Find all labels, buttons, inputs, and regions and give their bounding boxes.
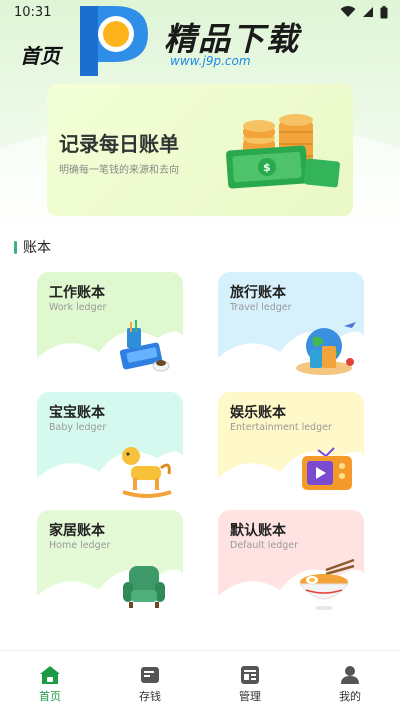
signal-icon <box>362 6 374 18</box>
wallet-icon <box>141 667 159 683</box>
ledger-subtitle: Home ledger <box>49 540 111 551</box>
list-icon <box>241 666 259 684</box>
ledger-name: 娱乐账本 <box>230 405 286 421</box>
armchair-icon <box>123 566 165 608</box>
nav-label: 首页 <box>39 690 61 703</box>
ledger-card-entertainment[interactable]: 娱乐账本 Entertainment ledger <box>218 392 364 500</box>
rocking-horse-icon <box>122 447 172 498</box>
ledger-subtitle: Baby ledger <box>49 422 107 433</box>
ledger-name: 默认账本 <box>230 523 286 539</box>
watermark-logo: 精品下载 www.j9p.com <box>72 0 332 80</box>
globe-luggage-icon <box>296 322 356 375</box>
ledger-card-default[interactable]: 默认账本 Default ledger <box>218 510 364 618</box>
ledger-card-home[interactable]: 家居账本 Home ledger <box>37 510 183 618</box>
banner-subtitle: 明确每一笔钱的来源和去向 <box>59 165 179 176</box>
nav-item-save-money[interactable]: 存钱 <box>100 651 200 712</box>
daily-bill-banner[interactable]: 记录每日账单 明确每一笔钱的来源和去向 $ <box>47 84 353 216</box>
wifi-icon <box>340 6 356 18</box>
bottom-navigation: 首页 存钱 管理 我的 <box>0 650 400 712</box>
nav-item-home[interactable]: 首页 <box>0 651 100 712</box>
ledger-subtitle: Travel ledger <box>230 302 292 313</box>
watermark-url: www.j9p.com <box>170 54 251 68</box>
nav-item-manage[interactable]: 管理 <box>200 651 300 712</box>
tv-play-icon <box>302 447 352 490</box>
ledger-subtitle: Entertainment ledger <box>230 422 332 433</box>
user-icon <box>341 666 359 684</box>
p-logo-icon <box>80 6 148 76</box>
ledger-subtitle: Default ledger <box>230 540 299 551</box>
ledger-name: 工作账本 <box>49 285 105 301</box>
banner-title: 记录每日账单 <box>59 132 179 156</box>
status-time: 10:31 <box>14 4 52 20</box>
nav-item-profile[interactable]: 我的 <box>300 651 400 712</box>
ledger-name: 宝宝账本 <box>49 405 105 421</box>
page-title: 首页 <box>20 44 60 68</box>
ledger-section-header: 账本 <box>14 237 51 257</box>
ledger-name: 旅行账本 <box>230 285 286 301</box>
nav-label: 存钱 <box>139 690 161 703</box>
section-accent-bar <box>14 240 17 254</box>
money-stack-icon: $ <box>226 114 340 189</box>
home-icon <box>40 666 60 684</box>
desk-books-icon <box>119 320 170 372</box>
ledger-subtitle: Work ledger <box>49 302 107 313</box>
ledger-card-travel[interactable]: 旅行账本 Travel ledger <box>218 272 364 380</box>
ledger-card-baby[interactable]: 宝宝账本 Baby ledger <box>37 392 183 500</box>
battery-icon <box>380 5 388 19</box>
svg-text:$: $ <box>263 161 271 174</box>
ledger-name: 家居账本 <box>49 523 105 539</box>
ledger-card-work[interactable]: 工作账本 Work ledger <box>37 272 183 380</box>
section-title: 账本 <box>23 240 51 256</box>
noodle-bowl-icon <box>298 558 355 610</box>
nav-label: 管理 <box>239 690 261 703</box>
nav-label: 我的 <box>339 690 361 703</box>
